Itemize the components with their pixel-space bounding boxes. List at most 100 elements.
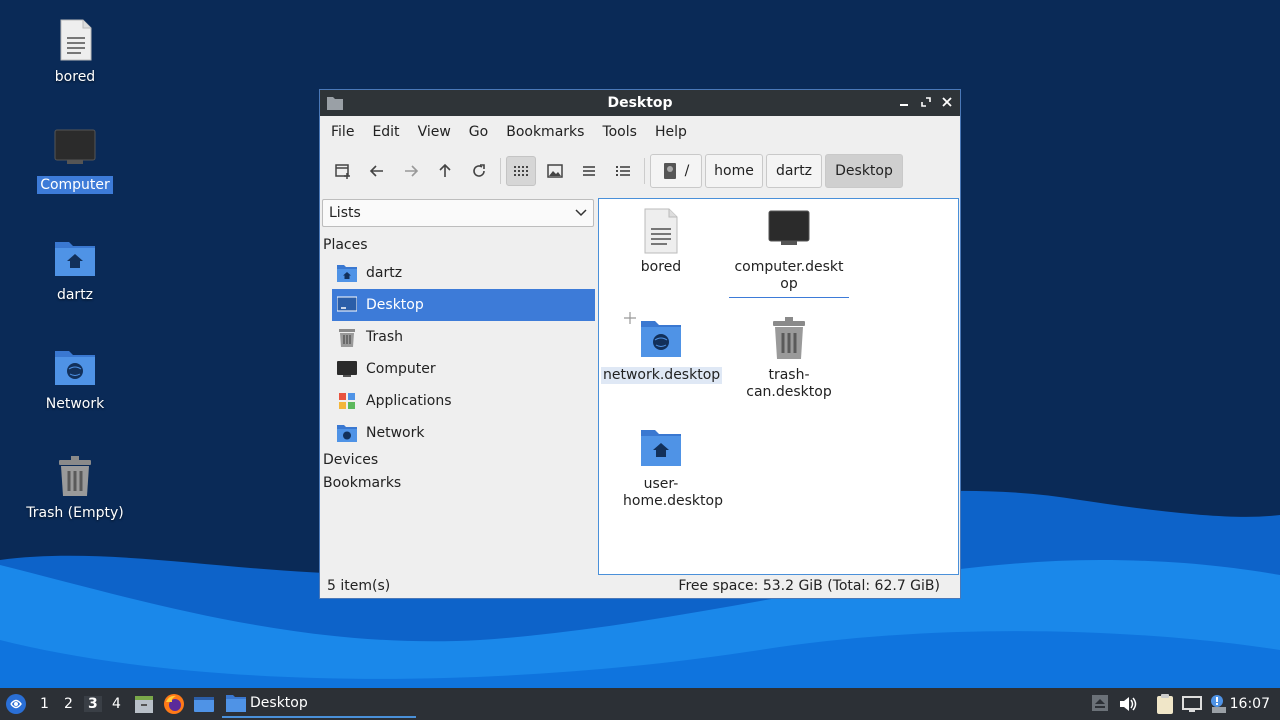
desktop-icon-computer[interactable]: Computer xyxy=(20,126,130,194)
sidebar-item-trash[interactable]: Trash xyxy=(332,321,595,353)
new-tab-button[interactable] xyxy=(328,156,358,186)
taskbar: 1 2 3 4 Desktop 16:07 xyxy=(0,688,1280,720)
desktop-icon-label: dartz xyxy=(56,287,94,303)
bookmarks-header[interactable]: Bookmarks xyxy=(323,475,401,491)
path-home-button[interactable]: home xyxy=(705,154,763,188)
window-title: Desktop xyxy=(607,95,673,111)
firefox-launcher[interactable] xyxy=(163,693,185,715)
menu-go[interactable]: Go xyxy=(460,124,497,140)
file-item-trash-can-desktop[interactable]: trash-can.desktop xyxy=(729,315,849,401)
list-icon xyxy=(583,166,595,176)
workspace-1[interactable]: 1 xyxy=(40,696,49,712)
reload-button[interactable] xyxy=(464,156,494,186)
sidebar-mode-select[interactable]: Lists xyxy=(322,199,594,227)
file-name: bored xyxy=(640,259,682,275)
notification-icon xyxy=(1211,695,1226,713)
menu-bar: File Edit View Go Bookmarks Tools Help xyxy=(320,116,960,148)
clipboard-button[interactable] xyxy=(1154,693,1176,715)
detailed-list-view-button[interactable] xyxy=(608,156,638,186)
network-folder-icon xyxy=(337,423,357,443)
trash-icon xyxy=(53,454,97,498)
file-name: computer.desktop xyxy=(734,259,844,292)
file-item-computer-desktop[interactable]: computer.desktop xyxy=(729,207,849,298)
desktop-icon-dartz[interactable]: dartz xyxy=(20,236,130,304)
file-item-network-desktop[interactable]: network.desktop xyxy=(601,312,723,384)
icon-view-button[interactable] xyxy=(506,156,536,186)
text-file-icon xyxy=(637,207,685,255)
maximize-button[interactable] xyxy=(917,94,935,112)
sidebar-mode-value: Lists xyxy=(329,205,361,221)
file-name: trash-can.desktop xyxy=(746,367,832,400)
file-item-user-home-desktop[interactable]: user-home.desktop xyxy=(601,424,723,510)
sidebar-item-label: Trash xyxy=(366,329,403,345)
notification-button[interactable] xyxy=(1208,693,1230,715)
clipboard-icon xyxy=(1157,694,1173,714)
file-view[interactable]: bored computer.desktop network.desktop t… xyxy=(598,198,959,575)
sidebar-item-dartz[interactable]: dartz xyxy=(332,257,595,289)
path-desktop-button[interactable]: Desktop xyxy=(825,154,903,188)
path-label: dartz xyxy=(775,163,813,179)
forward-button[interactable] xyxy=(396,156,426,186)
workspace-3[interactable]: 3 xyxy=(84,696,102,712)
network-wired-icon xyxy=(1182,696,1202,712)
clock[interactable]: 16:07 xyxy=(1230,696,1270,712)
workspace-4[interactable]: 4 xyxy=(112,696,121,712)
workspace-2[interactable]: 2 xyxy=(64,696,73,712)
back-button[interactable] xyxy=(362,156,392,186)
text-file-icon xyxy=(53,18,97,62)
speaker-icon xyxy=(1120,697,1137,711)
file-name: network.desktop xyxy=(601,367,723,384)
menu-view[interactable]: View xyxy=(409,124,460,140)
sidebar-item-computer[interactable]: Computer xyxy=(332,353,595,385)
menu-help[interactable]: Help xyxy=(646,124,696,140)
menu-file[interactable]: File xyxy=(322,124,363,140)
close-button[interactable] xyxy=(938,94,956,112)
path-dartz-button[interactable]: dartz xyxy=(766,154,822,188)
sidebar: Lists Places dartz Desktop Trash Compute… xyxy=(320,198,597,582)
window-titlebar[interactable]: Desktop xyxy=(320,90,960,116)
sidebar-item-applications[interactable]: Applications xyxy=(332,385,595,417)
file-manager-launcher[interactable] xyxy=(133,693,155,715)
taskbar-window-desktop[interactable]: Desktop xyxy=(222,690,416,718)
arrow-right-icon xyxy=(405,165,419,177)
thumbnail-view-button[interactable] xyxy=(540,156,570,186)
grid-icon xyxy=(514,166,528,176)
sidebar-item-label: Network xyxy=(366,425,425,441)
sidebar-item-label: dartz xyxy=(366,265,403,281)
desktop-icon-network[interactable]: Network xyxy=(20,345,130,413)
menu-bookmarks[interactable]: Bookmarks xyxy=(497,124,593,140)
network-status-button[interactable] xyxy=(1181,693,1203,715)
devices-header[interactable]: Devices xyxy=(323,452,378,468)
monitor-icon xyxy=(337,359,357,379)
minimize-button[interactable] xyxy=(895,94,913,112)
path-label: home xyxy=(714,163,754,179)
toolbar-separator xyxy=(644,158,645,184)
folder-icon xyxy=(226,695,246,712)
desktop-icon-label: Computer xyxy=(37,176,113,194)
up-button[interactable] xyxy=(430,156,460,186)
monitor-icon xyxy=(53,126,97,170)
app-menu-icon xyxy=(6,694,26,714)
desktop-icon xyxy=(194,697,214,712)
free-space: Free space: 53.2 GiB (Total: 62.7 GiB) xyxy=(678,578,940,594)
desktop-icon-bored[interactable]: bored xyxy=(20,18,130,86)
menu-edit[interactable]: Edit xyxy=(363,124,408,140)
menu-tools[interactable]: Tools xyxy=(593,124,646,140)
status-bar: 5 item(s) Free space: 53.2 GiB (Total: 6… xyxy=(320,576,960,598)
volume-button[interactable] xyxy=(1117,693,1139,715)
desktop-icon-label: Network xyxy=(45,396,105,412)
compact-view-button[interactable] xyxy=(574,156,604,186)
show-desktop-button[interactable] xyxy=(193,693,215,715)
network-folder-icon xyxy=(53,345,97,389)
reload-icon xyxy=(473,164,485,177)
path-root-button[interactable]: / xyxy=(650,154,702,188)
plus-icon xyxy=(624,312,636,324)
desktop-icon-trash[interactable]: Trash (Empty) xyxy=(20,454,130,522)
desktop-icon xyxy=(337,295,357,315)
sidebar-item-network[interactable]: Network xyxy=(332,417,595,449)
file-item-bored[interactable]: bored xyxy=(601,207,721,276)
tray-eject-button[interactable] xyxy=(1090,693,1112,715)
drive-icon xyxy=(663,163,676,179)
start-menu-button[interactable] xyxy=(5,693,27,715)
sidebar-item-desktop[interactable]: Desktop xyxy=(332,289,595,321)
